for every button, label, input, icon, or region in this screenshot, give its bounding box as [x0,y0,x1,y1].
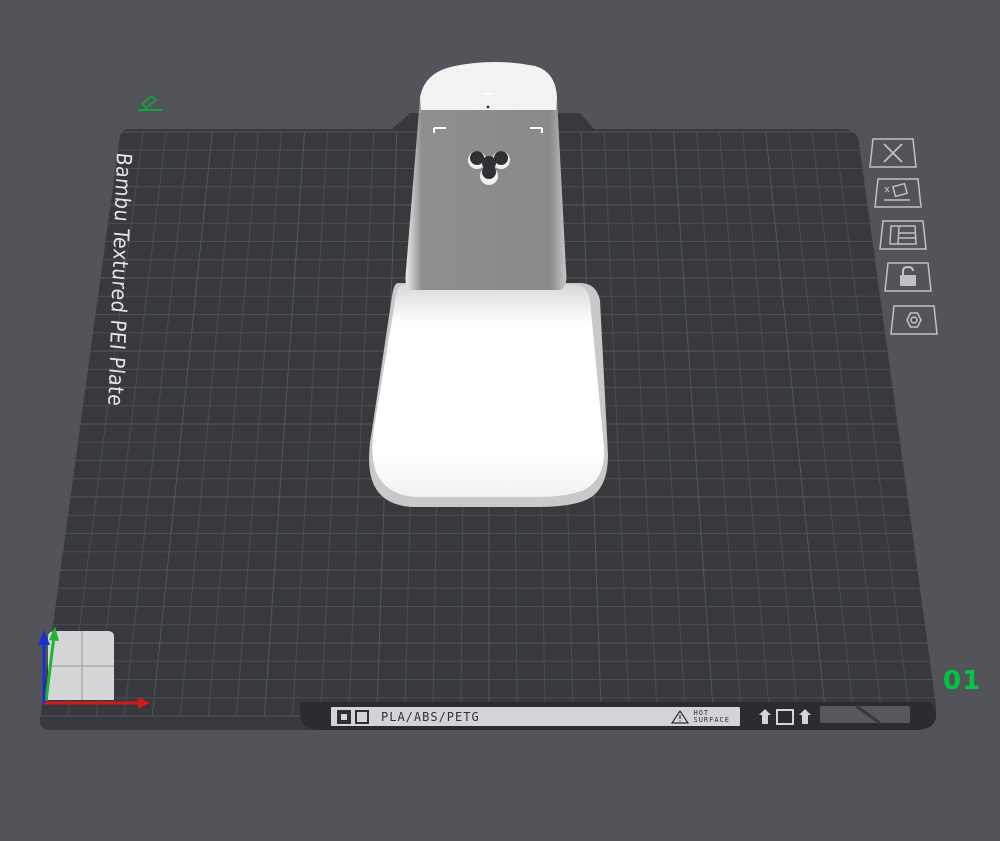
layout-icon [879,220,927,250]
origin-indicator [48,631,114,700]
plate-number: 01 [943,666,982,696]
material-strip: PLA/ABS/PETG HOT SURFACE [331,707,740,726]
plate-lock-button[interactable] [884,262,932,292]
plate-close-button[interactable] [869,138,917,168]
up-arrow-icon [759,709,771,724]
auto-arrange-button[interactable] [874,178,922,208]
lock-icon [884,262,932,292]
arrange-icon [874,178,922,208]
hexagon-settings-icon [890,305,938,335]
warning-triangle-icon [671,709,690,724]
plate-layout-button[interactable] [879,220,927,250]
orientation-markers [759,709,811,725]
plate-settings-button[interactable] [890,305,938,335]
edit-plate-icon[interactable] [138,94,162,111]
bambu-logo-icon [337,709,351,724]
up-arrow-icon [799,709,811,724]
square-icon [776,709,794,725]
plate-logo-icon [355,709,369,724]
close-icon [869,138,917,168]
hot-text-line2: SURFACE [693,715,730,724]
hot-surface-warning: HOT SURFACE [671,709,730,724]
material-compatibility: PLA/ABS/PETG [381,709,480,724]
